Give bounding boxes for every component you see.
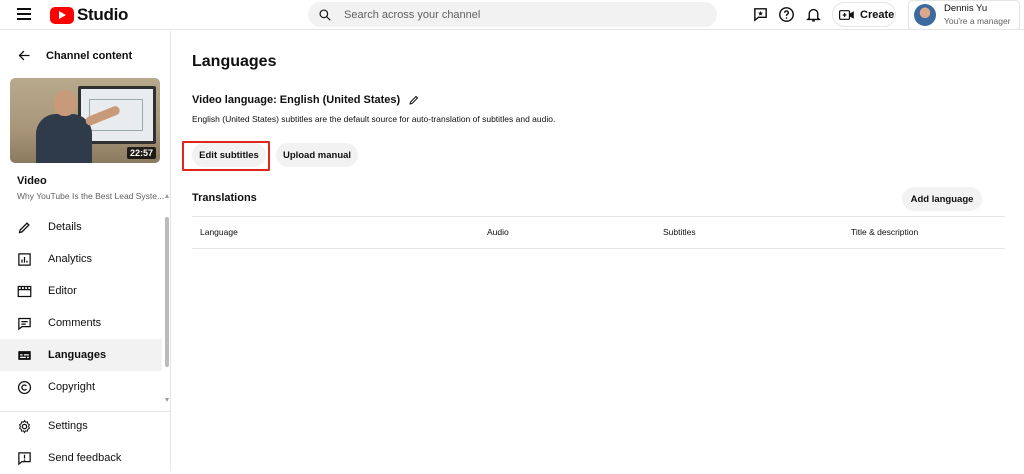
sidebar-item-label: Copyright — [48, 381, 96, 393]
upload-manual-button[interactable]: Upload manual — [276, 143, 358, 167]
back-label: Channel content — [46, 49, 133, 62]
studio-logo[interactable]: Studio — [50, 5, 128, 25]
sidebar-item-label: Settings — [48, 420, 88, 432]
arrow-back-icon — [18, 50, 30, 61]
sidebar-nav: Details Analytics Editor Comments Langua… — [0, 211, 171, 403]
sidebar: Channel content 22:57 Video Why YouTube … — [0, 31, 171, 471]
sidebar-item-settings[interactable]: Settings — [0, 410, 171, 442]
sidebar-item-languages[interactable]: Languages — [0, 339, 162, 371]
sidebar-item-comments[interactable]: Comments — [0, 307, 171, 339]
search-input[interactable] — [344, 8, 684, 21]
translations-heading: Translations — [192, 192, 257, 204]
video-language-description: English (United States) subtitles are th… — [192, 114, 556, 124]
scroll-down-arrow[interactable] — [165, 398, 169, 402]
create-label: Create — [860, 8, 895, 21]
sidebar-item-editor[interactable]: Editor — [0, 275, 171, 307]
back-to-channel-content[interactable]: Channel content — [17, 48, 132, 63]
sidebar-item-label: Languages — [48, 349, 107, 361]
account-switcher[interactable]: Dennis Yu You're a manager — [908, 0, 1020, 30]
pencil-icon — [18, 221, 30, 233]
video-duration: 22:57 — [126, 147, 156, 159]
sidebar-item-analytics[interactable]: Analytics — [0, 243, 171, 275]
video-title: Why YouTube Is the Best Lead Syste... — [17, 191, 165, 201]
notifications-icon[interactable] — [805, 6, 822, 23]
subtitles-icon — [18, 350, 31, 360]
edit-pencil-icon[interactable] — [408, 94, 420, 106]
copyright-icon — [17, 380, 32, 394]
sidebar-item-send-feedback[interactable]: Send feedback — [0, 442, 171, 474]
page-title: Languages — [192, 53, 277, 70]
sidebar-item-details[interactable]: Details — [0, 211, 171, 243]
column-header-audio: Audio — [487, 227, 509, 237]
table-divider — [192, 248, 1005, 249]
table-divider — [192, 216, 1005, 217]
avatar — [914, 4, 936, 26]
sidebar-scrollbar[interactable] — [164, 189, 170, 402]
video-language: Video language: English (United States) — [192, 94, 401, 106]
menu-icon[interactable] — [17, 8, 31, 21]
scrollbar-thumb[interactable] — [165, 217, 169, 367]
column-header-subtitles: Subtitles — [663, 227, 696, 237]
sidebar-item-label: Comments — [48, 317, 102, 329]
chat-feedback-icon[interactable] — [752, 6, 769, 23]
account-name: Dennis Yu — [944, 3, 988, 14]
add-language-button[interactable]: Add language — [902, 187, 982, 211]
comments-icon — [18, 317, 31, 330]
sidebar-item-copyright[interactable]: Copyright — [0, 371, 171, 403]
help-icon[interactable] — [778, 6, 795, 23]
logo-text: Studio — [77, 5, 129, 24]
column-header-title-description: Title & description — [851, 227, 919, 237]
account-role: You're a manager — [944, 16, 1011, 26]
sidebar-item-label: Details — [48, 221, 82, 233]
feedback-icon — [18, 451, 31, 465]
scroll-up-arrow[interactable] — [165, 194, 169, 198]
thumbnail-person — [36, 114, 92, 163]
video-thumbnail[interactable]: 22:57 — [10, 78, 160, 163]
column-header-language: Language — [200, 227, 238, 237]
video-language-row: Video language: English (United States) — [192, 94, 420, 106]
sidebar-item-label: Editor — [48, 285, 77, 297]
editor-icon — [17, 285, 32, 297]
top-bar: Studio Create Dennis Yu You're a manager — [0, 0, 1024, 30]
video-label: Video — [17, 175, 47, 187]
video-add-icon — [839, 9, 854, 20]
create-button[interactable]: Create — [832, 2, 896, 27]
search-bar[interactable] — [308, 2, 717, 27]
youtube-logo-icon — [50, 6, 74, 24]
edit-subtitles-button[interactable]: Edit subtitles — [192, 143, 266, 167]
sidebar-bottom-nav: Settings Send feedback — [0, 410, 171, 474]
gear-icon — [18, 419, 31, 433]
thumbnail-person-head — [54, 90, 76, 116]
analytics-icon — [18, 252, 31, 266]
sidebar-item-label: Analytics — [48, 253, 93, 265]
sidebar-item-label: Send feedback — [48, 452, 122, 464]
search-icon — [319, 8, 331, 21]
